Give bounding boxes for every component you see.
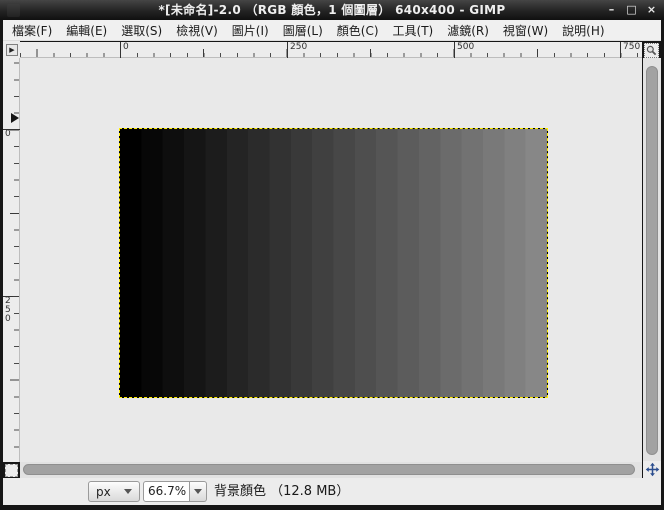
- pan-navigation-button[interactable]: [643, 461, 661, 478]
- image-menu-button[interactable]: ▶: [6, 44, 18, 56]
- menu-help[interactable]: 說明(H): [555, 19, 611, 42]
- statusbar: px 66.7% 背景顏色 （12.8 MB）: [3, 478, 661, 505]
- v-ruler-label: 0: [3, 129, 20, 139]
- chevron-down-icon: [194, 489, 202, 494]
- menu-colors[interactable]: 顏色(C): [330, 19, 386, 42]
- close-button[interactable]: ×: [645, 1, 658, 19]
- h-ruler-label: 0: [120, 42, 129, 58]
- horizontal-ruler[interactable]: 0 250 500 750: [20, 42, 642, 58]
- canvas-image[interactable]: [119, 128, 548, 398]
- unit-select-value: px: [96, 484, 111, 499]
- window-title: *[未命名]-2.0 （RGB 顏色，1 個圖層） 640x400 - GIMP: [158, 3, 506, 17]
- minimize-button[interactable]: –: [605, 1, 618, 19]
- chevron-down-icon: [124, 489, 132, 494]
- titlebar[interactable]: *[未命名]-2.0 （RGB 顏色，1 個圖層） 640x400 - GIMP…: [0, 0, 664, 20]
- window-controls: – □ ×: [605, 0, 658, 20]
- menu-edit[interactable]: 編輯(E): [59, 19, 114, 42]
- magnifier-icon: [646, 45, 657, 56]
- zoom-dropdown-button[interactable]: [190, 481, 207, 502]
- horizontal-scrollbar-thumb[interactable]: [23, 464, 635, 475]
- pan-arrows-icon: [645, 462, 659, 477]
- maximize-button[interactable]: □: [625, 1, 638, 19]
- horizontal-scrollbar[interactable]: [20, 462, 642, 478]
- h-ruler-label: 750: [620, 42, 640, 58]
- quick-mask-button[interactable]: [5, 464, 18, 477]
- window-menu-icon[interactable]: [7, 4, 20, 17]
- menu-layer[interactable]: 圖層(L): [276, 19, 330, 42]
- menu-view[interactable]: 檢視(V): [169, 19, 225, 42]
- canvas-viewport[interactable]: [20, 58, 642, 462]
- pointer-position-marker-icon: [11, 113, 19, 123]
- menu-windows[interactable]: 視窗(W): [496, 19, 555, 42]
- menu-image[interactable]: 圖片(I): [225, 19, 276, 42]
- v-ruler-label: 250: [3, 296, 13, 324]
- zoom-follow-window-button[interactable]: [644, 43, 659, 58]
- menu-select[interactable]: 選取(S): [114, 19, 169, 42]
- h-ruler-label: 250: [287, 42, 307, 58]
- menubar: 檔案(F) 編輯(E) 選取(S) 檢視(V) 圖片(I) 圖層(L) 顏色(C…: [3, 20, 661, 41]
- vertical-ruler[interactable]: 0 250: [3, 58, 20, 462]
- ruler-corner: ▶: [3, 41, 20, 58]
- h-ruler-label: 500: [454, 42, 474, 58]
- gimp-window: *[未命名]-2.0 （RGB 顏色，1 個圖層） 640x400 - GIMP…: [0, 0, 664, 510]
- menu-tools[interactable]: 工具(T): [386, 19, 441, 42]
- status-message: 背景顏色 （12.8 MB）: [214, 484, 350, 499]
- unit-select[interactable]: px: [88, 481, 140, 502]
- vertical-scrollbar[interactable]: [643, 58, 661, 462]
- menu-file[interactable]: 檔案(F): [5, 19, 59, 42]
- zoom-input[interactable]: 66.7%: [143, 481, 190, 502]
- menu-filters[interactable]: 濾鏡(R): [440, 19, 496, 42]
- vertical-scrollbar-thumb[interactable]: [646, 66, 658, 455]
